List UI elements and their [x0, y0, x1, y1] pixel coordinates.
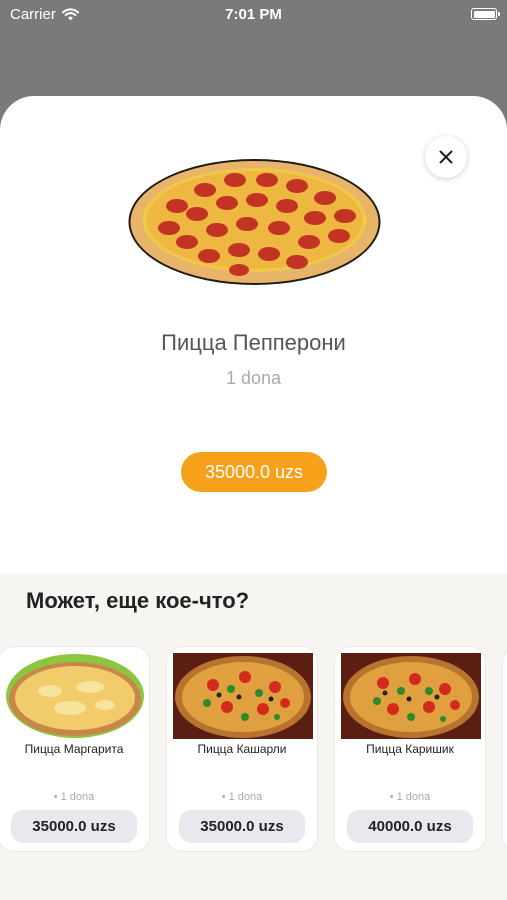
card-unit: • 1 dona: [53, 791, 95, 803]
status-bar: Carrier 7:01 PM: [0, 0, 507, 30]
kasharli-pizza-image: [173, 653, 313, 739]
card-title: Пицца Кашарли: [197, 742, 287, 756]
karishik-pizza-image: [341, 653, 481, 739]
add-to-cart-price-button[interactable]: 35000.0 uzs: [181, 452, 327, 492]
battery-icon: [471, 8, 500, 20]
close-icon: [439, 150, 453, 164]
card-price-button[interactable]: 35000.0 uzs: [11, 810, 137, 843]
close-button[interactable]: [425, 136, 467, 178]
card-title: Пицца Каришик: [366, 742, 454, 756]
suggestions-section: Может, еще кое-что? Пицца Маргарита • 1 …: [0, 574, 507, 900]
margarita-pizza-image: [6, 654, 144, 738]
product-sheet: Пицца Пепперони 1 dona 35000.0 uzs Может…: [0, 96, 507, 900]
suggestion-card-kasharli[interactable]: Пицца Кашарли • 1 dona 35000.0 uzs: [166, 646, 318, 852]
suggestion-card-karishik[interactable]: Пицца Каришик • 1 dona 40000.0 uzs: [334, 646, 486, 852]
suggestion-card-partial[interactable]: [502, 646, 507, 852]
card-price-button[interactable]: 35000.0 uzs: [179, 810, 305, 843]
pepperoni-pizza-image: [128, 159, 381, 285]
card-unit: • 1 dona: [221, 791, 263, 803]
card-title: Пицца Маргарита: [24, 742, 124, 756]
product-unit: 1 dona: [225, 368, 282, 388]
suggestions-heading: Может, еще кое-что?: [26, 588, 250, 613]
suggestion-card-margarita[interactable]: Пицца Маргарита • 1 dona 35000.0 uzs: [0, 646, 150, 852]
card-unit: • 1 dona: [389, 791, 431, 803]
product-title: Пицца Пепперони: [161, 330, 346, 355]
card-price-button[interactable]: 40000.0 uzs: [347, 810, 473, 843]
status-time: 7:01 PM: [225, 6, 282, 23]
